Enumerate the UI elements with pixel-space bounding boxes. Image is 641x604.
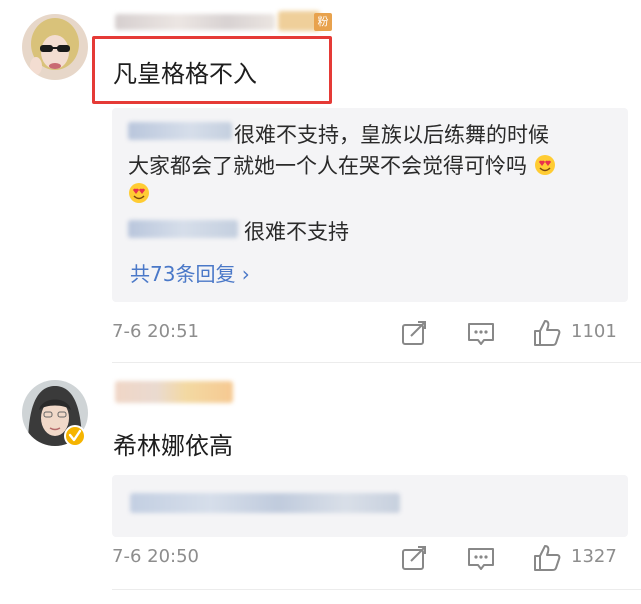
timestamp: 7-6 20:51 — [112, 321, 199, 342]
verified-badge-icon — [64, 425, 86, 447]
like-thumb-icon[interactable] — [532, 318, 562, 348]
share-icon[interactable] — [399, 543, 429, 573]
comment-text: 凡皇格格不入 — [113, 60, 257, 88]
like-thumb-icon[interactable] — [532, 543, 562, 573]
comment-icon[interactable] — [466, 318, 496, 348]
more-replies-link[interactable]: 共73条回复 › — [130, 258, 250, 287]
comment-text: 希林娜依高 — [113, 432, 233, 460]
reply-text-line-2: 大家都会了就她一个人在哭不会觉得可怜吗 — [128, 150, 556, 180]
reply-2-text: 很难不支持 — [244, 220, 349, 244]
like-count: 1101 — [571, 321, 617, 342]
comment-meta-row: 7-6 20:50 1327 — [112, 543, 622, 573]
comment-meta-row: 7-6 20:51 1101 — [112, 318, 622, 348]
comment-item: 粉 凡皇格格不入 很难不支持，皇族以后练舞的时候 大家都会了就她一个人在哭不会觉… — [0, 0, 641, 362]
reply-text-line-1: 很难不支持，皇族以后练舞的时候 — [234, 123, 549, 147]
reply-blurred-content — [130, 493, 400, 513]
share-icon[interactable] — [399, 318, 429, 348]
heart-eyes-emoji-icon — [534, 155, 555, 175]
reply-box[interactable]: 很难不支持，皇族以后练舞的时候 大家都会了就她一个人在哭不会觉得可怜吗 很难不支… — [112, 108, 628, 302]
heart-eyes-emoji-icon — [129, 183, 149, 203]
username-blurred[interactable] — [115, 381, 233, 403]
divider — [112, 589, 641, 590]
reply-box[interactable] — [112, 475, 628, 537]
reply-emoji-line — [128, 182, 150, 206]
reply-username-blurred[interactable] — [128, 122, 232, 140]
like-count: 1327 — [571, 546, 617, 567]
avatar[interactable] — [22, 14, 88, 80]
username-blurred[interactable] — [115, 14, 275, 30]
reply-2-username-blurred[interactable] — [128, 220, 238, 238]
reply-text: 很难不支持，皇族以后练舞的时候 — [234, 119, 549, 149]
fan-badge: 粉 — [314, 13, 332, 31]
comment-item: 希林娜依高 7-6 20:50 1327 — [0, 363, 641, 604]
comment-icon[interactable] — [466, 543, 496, 573]
timestamp: 7-6 20:50 — [112, 546, 199, 567]
